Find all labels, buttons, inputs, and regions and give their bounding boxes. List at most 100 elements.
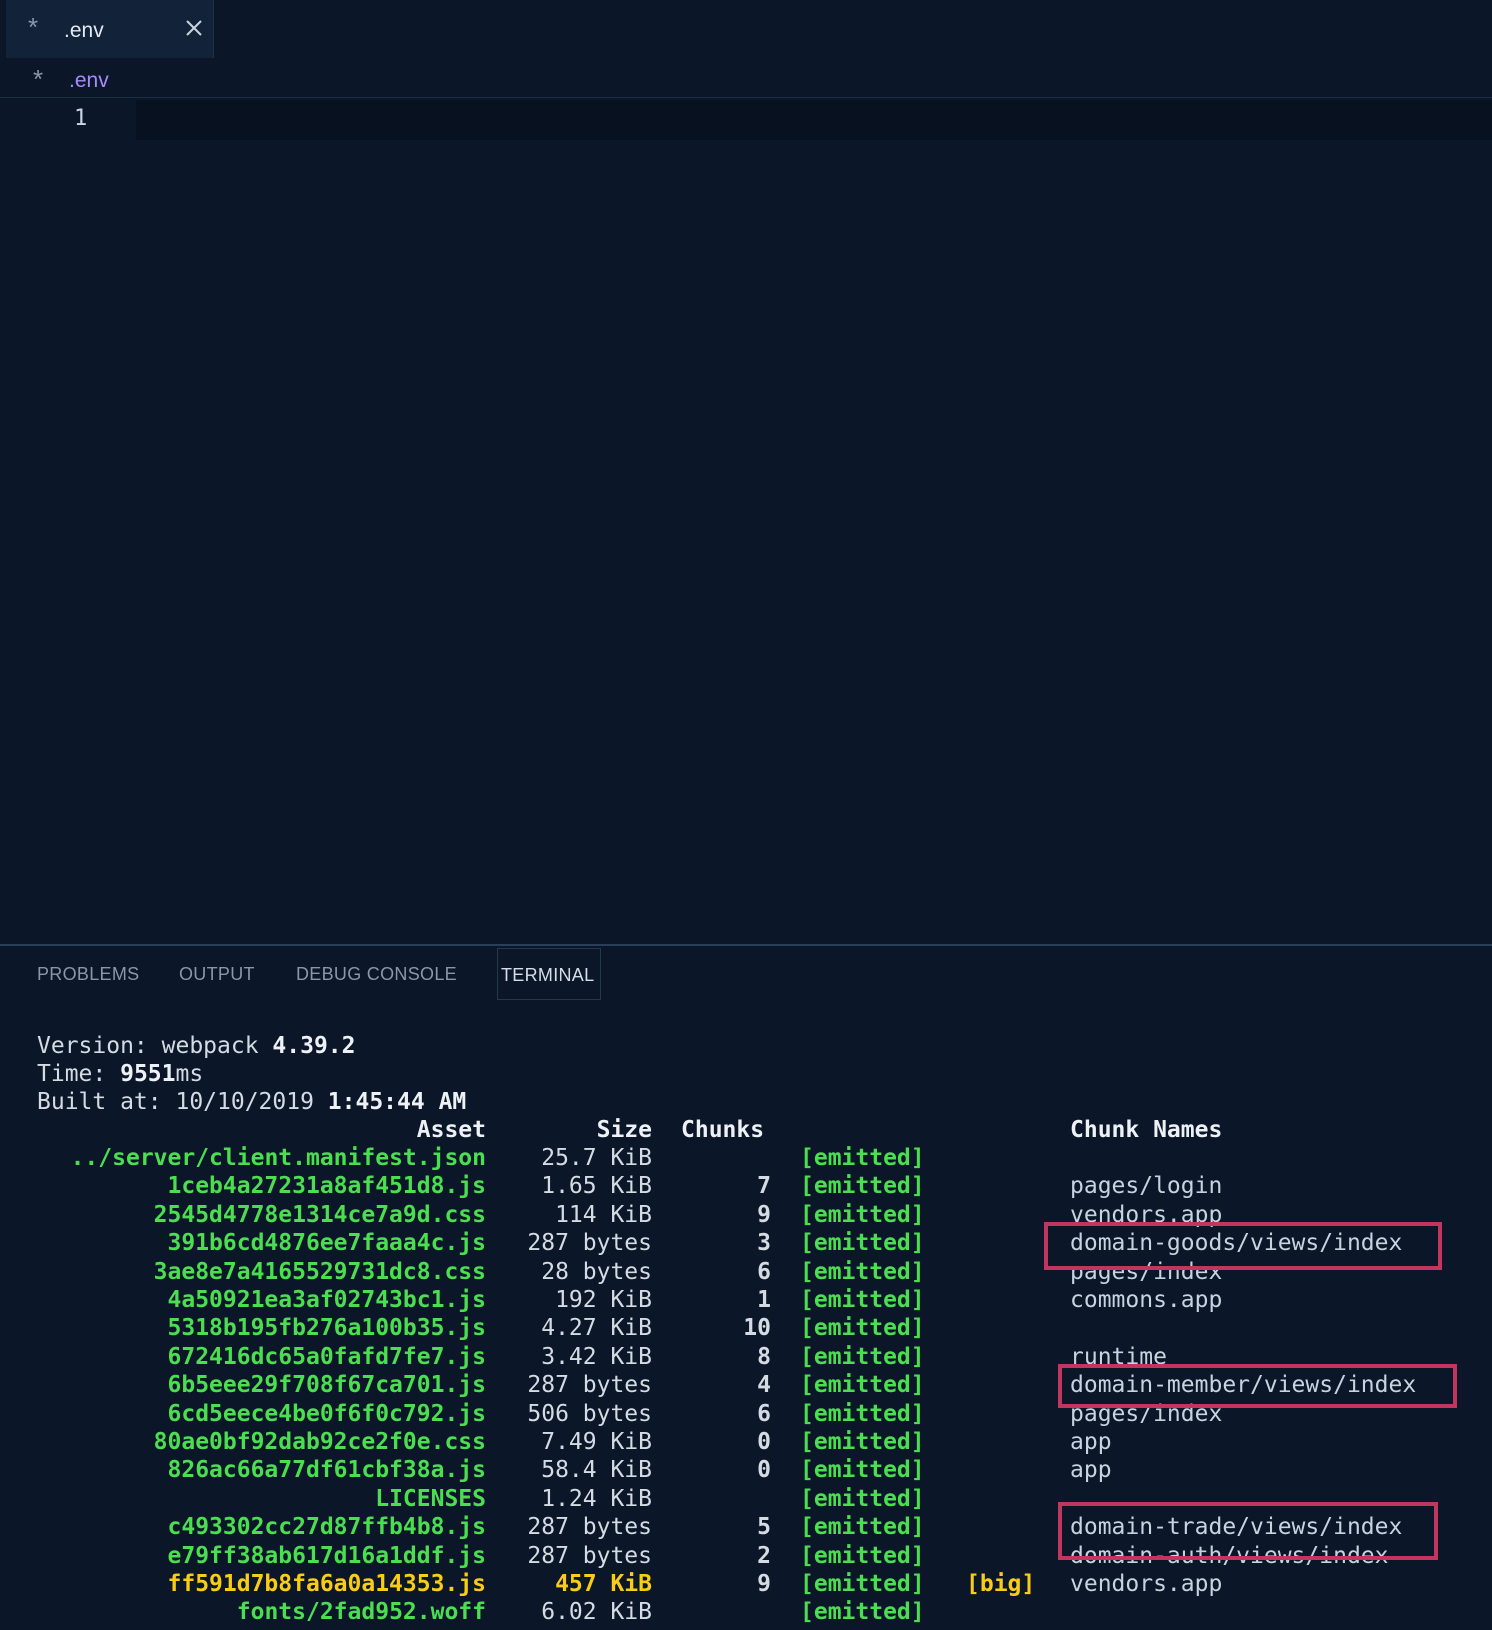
time-line: Time: 9551ms: [37, 1060, 203, 1088]
asset-name: 672416dc65a0fafd7fe7.js: [167, 1344, 487, 1370]
asset-name: 4a50921ea3af02743bc1.js: [167, 1287, 487, 1313]
emitted-status: [emitted]: [800, 1287, 925, 1313]
chunk-id: 0: [757, 1457, 771, 1483]
tab-debug-console[interactable]: DEBUG CONSOLE: [296, 948, 457, 1000]
version-line: Version: webpack 4.39.2: [37, 1032, 356, 1060]
asset-name: 391b6cd4876ee7faaa4c.js: [167, 1230, 487, 1256]
chunk-id: 6: [757, 1259, 771, 1285]
chunk-id: 3: [757, 1230, 771, 1256]
highlight-box: [1058, 1364, 1457, 1408]
chunk-id: 9: [757, 1571, 771, 1597]
emitted-status: [emitted]: [800, 1429, 925, 1455]
asset-size: 114 KiB: [555, 1202, 652, 1228]
current-line-highlight: [136, 100, 1492, 140]
asset-size: 7.49 KiB: [541, 1429, 652, 1455]
asset-name: 3ae8e7a4165529731dc8.css: [153, 1259, 486, 1285]
asset-name: LICENSES: [375, 1486, 486, 1512]
asset-size: 457 KiB: [555, 1571, 652, 1597]
line-number: 1: [74, 106, 88, 131]
asset-size: 58.4 KiB: [541, 1457, 652, 1483]
tab-env[interactable]: * .env: [6, 0, 214, 58]
header-chunks: Chunks: [681, 1117, 765, 1143]
asset-name: c493302cc27d87ffb4b8.js: [167, 1514, 487, 1540]
asset-name: 5318b195fb276a100b35.js: [167, 1315, 487, 1341]
chunk-id: 8: [757, 1344, 771, 1370]
editor-area[interactable]: 1: [0, 98, 1492, 944]
highlight-box: [1058, 1502, 1438, 1560]
asset-name: fonts/2fad952.woff: [236, 1599, 486, 1625]
asset-size: 6.02 KiB: [541, 1599, 652, 1625]
emitted-status: [emitted]: [800, 1401, 925, 1427]
asset-name: 6b5eee29f708f67ca701.js: [167, 1372, 487, 1398]
asset-name: 6cd5eece4be0f6f0c792.js: [167, 1401, 487, 1427]
asset-size: 287 bytes: [527, 1543, 652, 1569]
asset-size: 287 bytes: [527, 1514, 652, 1540]
emitted-status: [emitted]: [800, 1259, 925, 1285]
emitted-status: [emitted]: [800, 1173, 925, 1199]
built-prefix: Built at: 10/10/2019: [37, 1089, 328, 1115]
asset-name: e79ff38ab617d16a1ddf.js: [167, 1543, 487, 1569]
version-prefix: Version: webpack: [37, 1033, 273, 1059]
emitted-status: [emitted]: [800, 1571, 925, 1597]
chunk-id: 4: [757, 1372, 771, 1398]
asset-size: 192 KiB: [555, 1287, 652, 1313]
emitted-status: [emitted]: [800, 1457, 925, 1483]
breadcrumb-file[interactable]: .env: [69, 69, 109, 93]
header-size: Size: [596, 1117, 652, 1143]
editor-tab-bar: * .env: [0, 0, 1492, 60]
tab-label: .env: [64, 19, 104, 42]
time-unit: ms: [175, 1061, 204, 1087]
chunk-name: app: [1070, 1457, 1112, 1483]
built-time: 1:45:44 AM: [327, 1089, 467, 1115]
emitted-status: [emitted]: [800, 1372, 925, 1398]
webpack-version: 4.39.2: [272, 1033, 356, 1059]
big-tag: [big]: [966, 1571, 1036, 1597]
terminal-output[interactable]: Version: webpack 4.39.2 Time: 9551ms Bui…: [0, 1032, 1492, 1630]
emitted-status: [emitted]: [800, 1315, 925, 1341]
asset-size: 1.65 KiB: [541, 1173, 652, 1199]
asset-size: 1.24 KiB: [541, 1486, 652, 1512]
asset-name: 80ae0bf92dab92ce2f0e.css: [153, 1429, 486, 1455]
emitted-status: [emitted]: [800, 1486, 925, 1512]
asset-size: 287 bytes: [527, 1230, 652, 1256]
asterisk-file-icon: *: [28, 12, 39, 42]
asset-size: 4.27 KiB: [541, 1315, 652, 1341]
chunk-id: 9: [757, 1202, 771, 1228]
chunk-name: commons.app: [1070, 1287, 1223, 1313]
emitted-status: [emitted]: [800, 1599, 925, 1625]
asset-size: 287 bytes: [527, 1372, 652, 1398]
asset-name: ff591d7b8fa6a0a14353.js: [167, 1571, 487, 1597]
chunk-id: 1: [757, 1287, 771, 1313]
chunk-name: app: [1070, 1429, 1112, 1455]
emitted-status: [emitted]: [800, 1145, 925, 1171]
emitted-status: [emitted]: [800, 1202, 925, 1228]
asset-name: 1ceb4a27231a8af451d8.js: [167, 1173, 487, 1199]
asterisk-file-icon: *: [33, 64, 44, 94]
chunk-id: 7: [757, 1173, 771, 1199]
close-icon[interactable]: [182, 16, 206, 40]
chunk-id: 5: [757, 1514, 771, 1540]
time-value: 9551: [120, 1061, 176, 1087]
chunk-id: 10: [743, 1315, 771, 1341]
highlight-box: [1044, 1222, 1442, 1270]
asset-size: 506 bytes: [527, 1401, 652, 1427]
emitted-status: [emitted]: [800, 1344, 925, 1370]
header-chunk-names: Chunk Names: [1070, 1117, 1223, 1143]
tab-output[interactable]: OUTPUT: [179, 948, 255, 1000]
asset-size: 28 bytes: [541, 1259, 652, 1285]
tab-terminal[interactable]: TERMINAL: [497, 948, 601, 1000]
asset-size: 25.7 KiB: [541, 1145, 652, 1171]
time-prefix: Time:: [37, 1061, 121, 1087]
chunk-name: vendors.app: [1070, 1571, 1223, 1597]
asset-name: ../server/client.manifest.json: [70, 1145, 486, 1171]
emitted-status: [emitted]: [800, 1230, 925, 1256]
breadcrumb: * .env: [0, 60, 1492, 98]
bottom-panel: PROBLEMS OUTPUT DEBUG CONSOLE TERMINAL V…: [0, 944, 1492, 1630]
chunk-name: pages/login: [1070, 1173, 1223, 1199]
asset-name: 826ac66a77df61cbf38a.js: [167, 1457, 487, 1483]
emitted-status: [emitted]: [800, 1514, 925, 1540]
tab-problems[interactable]: PROBLEMS: [37, 948, 139, 1000]
chunk-id: 2: [757, 1543, 771, 1569]
chunk-id: 6: [757, 1401, 771, 1427]
asset-size: 3.42 KiB: [541, 1344, 652, 1370]
